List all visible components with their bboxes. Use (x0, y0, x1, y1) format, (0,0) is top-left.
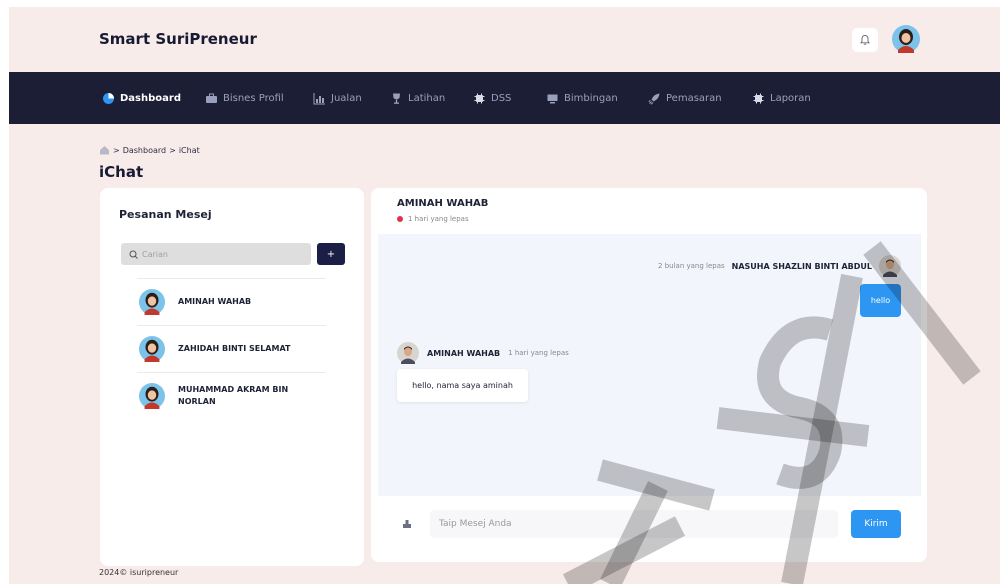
chat-contact-status: 1 hari yang lepas (397, 215, 469, 223)
search-icon (129, 250, 138, 259)
nav-item-bimbingan[interactable]: Bimbingan (545, 72, 618, 124)
chat-contact-name: AMINAH WAHAB (397, 198, 489, 209)
contact-avatar (139, 336, 165, 362)
main-nav: Dashboard Bisnes Profil Jualan Latihan D… (9, 72, 1000, 124)
footer-text: 2024© isuripreneur (99, 568, 179, 577)
notification-button[interactable] (852, 28, 878, 52)
app-window: Smart SuriPreneur Dashboard Bisnes Profi… (9, 7, 1000, 584)
message-list-panel: Pesanan Mesej + AMINAH WAHAB ZAHIDAH BIN… (100, 188, 364, 566)
message-time: 1 hari yang lepas (508, 349, 569, 357)
nav-label: DSS (491, 92, 512, 104)
nav-label: Laporan (770, 92, 811, 104)
contact-item[interactable]: ZAHIDAH BINTI SELAMAT (137, 325, 326, 372)
message-input[interactable] (430, 510, 838, 538)
nav-item-dss[interactable]: DSS (472, 72, 511, 124)
trophy-icon (389, 91, 403, 105)
nav-item-bisnes-profil[interactable]: Bisnes Profil (204, 72, 284, 124)
monitor-icon (545, 91, 559, 105)
user-avatar[interactable] (892, 25, 920, 53)
outgoing-message-header: 2 bulan yang lepas NASUHA SHAZLIN BINTI … (658, 255, 901, 277)
sender-avatar (879, 255, 901, 277)
rocket-icon (647, 91, 661, 105)
incoming-message-header: AMINAH WAHAB 1 hari yang lepas (397, 342, 569, 364)
incoming-message-bubble: hello, nama saya aminah (397, 369, 528, 402)
chat-messages-area[interactable]: 2 bulan yang lepas NASUHA SHAZLIN BINTI … (378, 234, 921, 496)
message-sender: NASUHA SHAZLIN BINTI ABDUL (731, 261, 872, 271)
nav-item-laporan[interactable]: Laporan (751, 72, 811, 124)
status-dot-icon (397, 216, 403, 222)
breadcrumb-separator: > (169, 145, 176, 155)
nav-item-dashboard[interactable]: Dashboard (101, 72, 181, 124)
breadcrumb-dashboard[interactable]: Dashboard (123, 146, 166, 155)
chip-icon (751, 91, 765, 105)
contact-avatar (139, 289, 165, 315)
nav-label: Bisnes Profil (223, 92, 284, 104)
breadcrumb-current: iChat (178, 145, 200, 155)
nav-item-latihan[interactable]: Latihan (389, 72, 445, 124)
nav-label: Bimbingan (564, 92, 618, 104)
home-icon[interactable] (99, 145, 110, 155)
contact-name: AMINAH WAHAB (178, 297, 252, 306)
sender-avatar (397, 342, 419, 364)
breadcrumb: > Dashboard > iChat (99, 145, 200, 155)
contact-list: AMINAH WAHAB ZAHIDAH BINTI SELAMAT MUHAM… (137, 278, 326, 419)
search-input[interactable] (142, 249, 292, 259)
bar-chart-icon (312, 91, 326, 105)
bell-icon (860, 35, 870, 45)
nav-label: Latihan (408, 92, 446, 104)
page-title: iChat (99, 163, 144, 181)
chip-icon (472, 91, 486, 105)
chat-panel: AMINAH WAHAB 1 hari yang lepas 2 bulan y… (371, 188, 927, 562)
contact-name: ZAHIDAH BINTI SELAMAT (178, 344, 291, 353)
contact-item[interactable]: AMINAH WAHAB (137, 278, 326, 325)
brand-title: Smart SuriPreneur (99, 30, 257, 48)
chat-status-text: 1 hari yang lepas (408, 215, 469, 223)
contact-item[interactable]: MUHAMMAD AKRAM BIN NORLAN (137, 372, 326, 419)
outgoing-message-bubble: hello (860, 284, 901, 317)
pie-chart-icon (101, 91, 115, 105)
search-box (121, 243, 311, 265)
breadcrumb-separator: > (113, 145, 120, 155)
nav-label: Pemasaran (666, 92, 722, 104)
contact-name: MUHAMMAD AKRAM BIN NORLAN (178, 385, 289, 406)
attachment-icon[interactable] (401, 518, 413, 530)
nav-label: Jualan (331, 92, 362, 104)
top-header: Smart SuriPreneur (9, 7, 1000, 72)
nav-item-jualan[interactable]: Jualan (312, 72, 362, 124)
message-time: 2 bulan yang lepas (658, 262, 725, 270)
contact-avatar (139, 383, 165, 409)
briefcase-icon (204, 91, 218, 105)
nav-item-pemasaran[interactable]: Pemasaran (647, 72, 722, 124)
message-sender: AMINAH WAHAB (427, 348, 501, 358)
message-list-title: Pesanan Mesej (119, 208, 212, 221)
nav-label: Dashboard (120, 92, 181, 104)
add-chat-button[interactable]: + (317, 243, 345, 265)
send-button[interactable]: Kirim (851, 510, 901, 538)
